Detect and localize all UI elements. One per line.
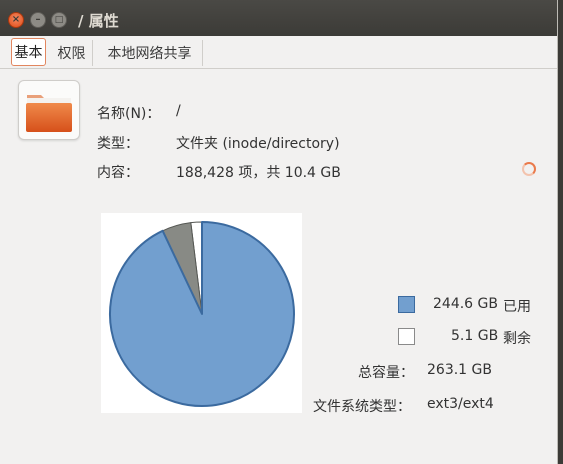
filesystem-type-label: 文件系统类型： xyxy=(313,399,411,415)
usage-chart xyxy=(101,213,302,413)
maximize-button[interactable]: □ xyxy=(51,12,67,28)
folder-icon xyxy=(26,95,72,132)
usage-pie-chart xyxy=(108,221,295,407)
maximize-icon: □ xyxy=(54,14,64,25)
close-icon: × xyxy=(11,14,21,25)
tab-basic[interactable]: 基本 xyxy=(11,38,46,66)
title-bar[interactable]: × – □ / 属性 xyxy=(0,0,557,36)
minimize-button[interactable]: – xyxy=(30,12,46,28)
contents-label: 内容： xyxy=(97,165,139,181)
used-slice xyxy=(108,221,295,407)
type-value: 文件夹 (inode/directory) xyxy=(176,136,340,152)
total-capacity-label: 总容量： xyxy=(358,365,414,381)
loading-spinner-icon xyxy=(522,162,536,176)
close-button[interactable]: × xyxy=(8,12,24,28)
tab-local-network-share[interactable]: 本地网络共享 xyxy=(97,40,203,66)
used-label: 已用 xyxy=(503,299,531,315)
type-label: 类型： xyxy=(97,136,139,152)
folder-icon-frame[interactable] xyxy=(18,80,80,140)
minimize-icon: – xyxy=(35,14,41,25)
filesystem-type-value: ext3/ext4 xyxy=(427,396,494,412)
name-label: 名称(N)： xyxy=(97,106,161,122)
total-capacity-value: 263.1 GB xyxy=(427,362,492,378)
name-value[interactable]: / xyxy=(176,103,181,119)
free-swatch xyxy=(398,328,415,345)
used-swatch xyxy=(398,296,415,313)
tab-bar: 基本 权限 本地网络共享 xyxy=(0,36,557,69)
free-label: 剩余 xyxy=(503,331,531,347)
contents-value: 188,428 项，共 10.4 GB xyxy=(176,165,341,181)
window-title: / 属性 xyxy=(78,12,119,30)
free-value: 5.1 GB xyxy=(451,328,499,344)
properties-window: × – □ / 属性 基本 权限 本地网络共享 名称(N)： / 类型： 文件夹… xyxy=(0,0,558,464)
used-value: 244.6 GB xyxy=(433,296,498,312)
tab-permissions[interactable]: 权限 xyxy=(51,40,93,66)
